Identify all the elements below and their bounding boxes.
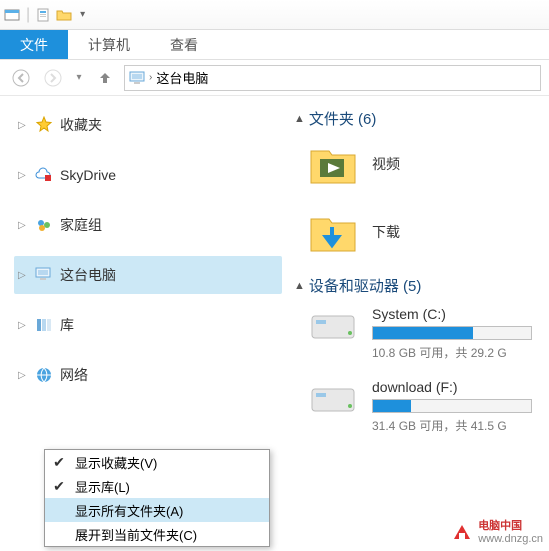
content-pane: ▲ 文件夹 (6) 视频 下载 ▲ 设备和驱动器 (5) System (C:)	[290, 96, 549, 551]
menu-item-show-favorites[interactable]: ✔ 显示收藏夹(V)	[45, 450, 269, 474]
sidebar-item-label: 库	[60, 315, 74, 335]
watermark-icon	[450, 519, 474, 543]
title-bar: | ▾	[0, 0, 549, 30]
sidebar-item-label: 这台电脑	[60, 265, 116, 285]
menu-item-label: 显示所有文件夹(A)	[75, 501, 183, 520]
tab-computer[interactable]: 计算机	[68, 30, 150, 59]
computer-icon	[129, 70, 145, 86]
tab-file[interactable]: 文件	[0, 30, 68, 59]
watermark: 电脑中国 www.dnzg.cn	[450, 517, 543, 545]
drive-name: download (F:)	[372, 379, 532, 395]
chevron-right-icon: ›	[149, 72, 152, 83]
properties-icon[interactable]	[36, 7, 52, 23]
tab-view[interactable]: 查看	[150, 30, 218, 59]
sidebar-item-favorites[interactable]: ▷ 收藏夹	[14, 106, 282, 144]
folder-label: 下载	[372, 222, 400, 242]
downloads-folder-icon	[308, 207, 358, 257]
expand-icon[interactable]: ▷	[18, 270, 28, 281]
homegroup-icon	[34, 215, 54, 235]
expand-icon[interactable]: ▷	[18, 170, 28, 181]
skydrive-icon	[34, 165, 54, 185]
drive-usage-bar	[372, 399, 532, 413]
sidebar-item-label: 收藏夹	[60, 115, 102, 135]
group-label: 设备和驱动器 (5)	[309, 275, 422, 296]
drive-icon	[308, 306, 358, 346]
menu-item-show-all-folders[interactable]: 显示所有文件夹(A)	[45, 498, 269, 522]
drive-usage-bar	[372, 326, 532, 340]
menu-item-label: 显示库(L)	[75, 477, 130, 496]
drive-info: download (F:) 31.4 GB 可用，共 41.5 G	[372, 379, 532, 434]
up-button[interactable]	[92, 65, 118, 91]
sidebar-item-this-pc[interactable]: ▷ 这台电脑	[14, 256, 282, 294]
drive-name: System (C:)	[372, 306, 532, 322]
check-icon: ✔	[49, 454, 69, 471]
drive-free-text: 10.8 GB 可用，共 29.2 G	[372, 344, 532, 361]
expand-icon[interactable]: ▷	[18, 370, 28, 381]
drive-free-text: 31.4 GB 可用，共 41.5 G	[372, 417, 532, 434]
collapse-icon: ▲	[294, 280, 305, 292]
app-icon	[4, 7, 20, 23]
folder-item-downloads[interactable]: 下载	[308, 207, 545, 257]
sidebar-item-network[interactable]: ▷ 网络	[14, 356, 282, 394]
group-header-folders[interactable]: ▲ 文件夹 (6)	[294, 108, 545, 129]
menu-item-show-libraries[interactable]: ✔ 显示库(L)	[45, 474, 269, 498]
expand-icon[interactable]: ▷	[18, 120, 28, 131]
collapse-icon: ▲	[294, 113, 305, 125]
sidebar-item-libraries[interactable]: ▷ 库	[14, 306, 282, 344]
sidebar-item-homegroup[interactable]: ▷ 家庭组	[14, 206, 282, 244]
group-label: 文件夹 (6)	[309, 108, 377, 129]
videos-folder-icon	[308, 139, 358, 189]
sidebar-item-label: 网络	[60, 365, 88, 385]
address-location: 这台电脑	[156, 68, 208, 87]
watermark-url: www.dnzg.cn	[478, 533, 543, 545]
watermark-brand: 电脑中国	[478, 520, 522, 532]
forward-button[interactable]	[40, 65, 66, 91]
network-icon	[34, 365, 54, 385]
sidebar-item-label: SkyDrive	[60, 167, 116, 183]
qat-dropdown[interactable]: ▾	[80, 9, 85, 20]
expand-icon[interactable]: ▷	[18, 320, 28, 331]
drive-icon	[308, 379, 358, 419]
folder-label: 视频	[372, 154, 400, 174]
folder-item-videos[interactable]: 视频	[308, 139, 545, 189]
drive-item-c[interactable]: System (C:) 10.8 GB 可用，共 29.2 G	[308, 306, 545, 361]
recent-dropdown[interactable]: ▾	[72, 65, 86, 91]
ribbon-tabs: 文件 计算机 查看	[0, 30, 549, 60]
separator: |	[26, 6, 30, 24]
sidebar-item-label: 家庭组	[60, 215, 102, 235]
menu-item-label: 展开到当前文件夹(C)	[75, 525, 197, 544]
computer-icon	[34, 265, 54, 285]
expand-icon[interactable]: ▷	[18, 220, 28, 231]
group-header-drives[interactable]: ▲ 设备和驱动器 (5)	[294, 275, 545, 296]
check-icon: ✔	[49, 478, 69, 495]
back-button[interactable]	[8, 65, 34, 91]
context-menu: ✔ 显示收藏夹(V) ✔ 显示库(L) 显示所有文件夹(A) 展开到当前文件夹(…	[44, 449, 270, 547]
drive-info: System (C:) 10.8 GB 可用，共 29.2 G	[372, 306, 532, 361]
menu-item-expand-current[interactable]: 展开到当前文件夹(C)	[45, 522, 269, 546]
libraries-icon	[34, 315, 54, 335]
star-icon	[34, 115, 54, 135]
nav-bar: ▾ › 这台电脑	[0, 60, 549, 96]
address-bar[interactable]: › 这台电脑	[124, 65, 541, 91]
drive-item-f[interactable]: download (F:) 31.4 GB 可用，共 41.5 G	[308, 379, 545, 434]
menu-item-label: 显示收藏夹(V)	[75, 453, 157, 472]
folder-icon[interactable]	[56, 7, 72, 23]
sidebar-item-skydrive[interactable]: ▷ SkyDrive	[14, 156, 282, 194]
